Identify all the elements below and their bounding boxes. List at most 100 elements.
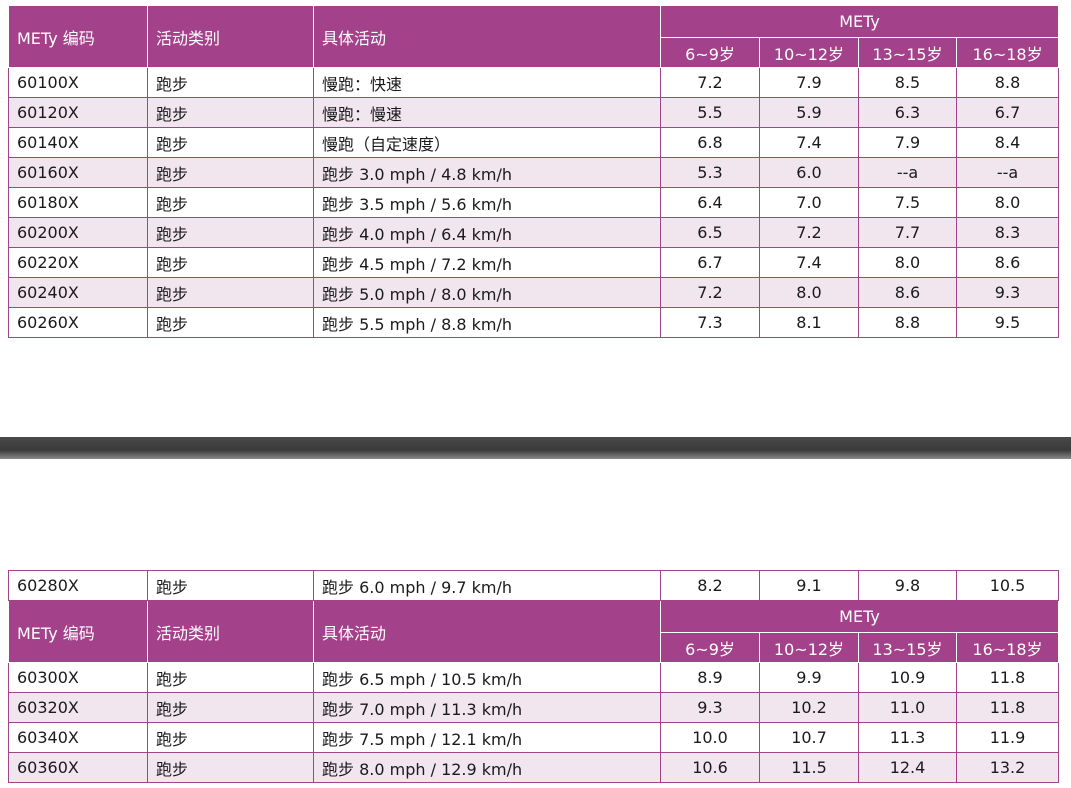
cell-mety-16-18: 8.6 [955,247,1060,278]
cell-mety-6-9: 9.3 [660,692,760,723]
cell-category: 跑步 [147,722,314,753]
cell-mety-16-18: 11.9 [956,722,1059,753]
header-category: 活动类别 [147,600,314,663]
cell-category: 跑步 [147,187,314,218]
table-row: 60220X 跑步 跑步 4.5 mph / 7.2 km/h 6.7 7.4 8.0 8.… [8,247,1060,278]
mety-table-top: METy 编码 活动类别 具体活动 METy 6~9岁 10~12岁 13~15… [8,5,1060,338]
cell-mety-16-18: 13.2 [956,752,1059,783]
cell-mety-6-9: 7.2 [660,67,760,98]
cell-mety-13-15: 8.5 [858,67,957,98]
cell-activity: 跑步 3.5 mph / 5.6 km/h [313,187,661,218]
cell-mety-6-9: 6.5 [660,217,760,248]
cell-mety-13-15: 11.0 [858,692,957,723]
cell-mety-13-15: 12.4 [858,752,957,783]
header-code: METy 编码 [8,5,148,68]
cell-category: 跑步 [147,97,314,128]
cell-code: 60360X [8,752,148,783]
cell-mety-16-18: --a [955,157,1060,188]
cell-mety-10-12: 11.5 [759,752,859,783]
cell-mety-10-12: 10.7 [759,722,859,753]
cell-activity: 跑步 5.0 mph / 8.0 km/h [313,277,661,308]
header-activity: 具体活动 [313,600,661,663]
cell-mety-10-12: 7.0 [759,187,859,218]
cell-category: 跑步 [147,277,314,308]
cell-activity: 慢跑：快速 [313,67,661,98]
cell-code: 60300X [8,662,148,693]
cell-mety-6-9: 10.0 [660,722,760,753]
cell-mety-16-18: 11.8 [956,662,1059,693]
cell-mety-10-12: 6.0 [759,157,859,188]
table-row: 60360X 跑步 跑步 8.0 mph / 12.9 km/h 10.6 11.5 12… [8,752,1059,783]
cell-mety-13-15: 8.6 [858,277,957,308]
cell-mety-13-15: 9.8 [858,570,957,601]
header-mety-group: METy [659,5,1060,38]
cell-mety-10-12: 7.9 [759,67,859,98]
cell-mety-13-15: 7.5 [858,187,957,218]
cell-mety-13-15: 8.0 [858,247,957,278]
cell-mety-16-18: 9.5 [955,307,1060,338]
cell-mety-16-18: 9.3 [955,277,1060,308]
cell-mety-6-9: 8.9 [660,662,760,693]
cell-mety-6-9: 7.2 [660,277,760,308]
page-divider [0,437,1071,459]
cell-activity: 跑步 7.0 mph / 11.3 km/h [313,692,661,723]
cell-activity: 跑步 4.0 mph / 6.4 km/h [313,217,661,248]
cell-category: 跑步 [147,752,314,783]
table-row: 60320X 跑步 跑步 7.0 mph / 11.3 km/h 9.3 10.2 11.… [8,692,1059,723]
mety-table-bottom: 60280X 跑步 跑步 6.0 mph / 9.7 km/h 8.2 9.1 … [8,570,1059,783]
cell-code: 60320X [8,692,148,723]
header-age-16-18: 16~18岁 [956,632,1059,663]
cell-mety-10-12: 8.0 [759,277,859,308]
header-category: 活动类别 [147,5,314,68]
cell-activity: 慢跑：慢速 [313,97,661,128]
cell-mety-6-9: 7.3 [660,307,760,338]
cell-category: 跑步 [147,157,314,188]
table-row: 60240X 跑步 跑步 5.0 mph / 8.0 km/h 7.2 8.0 8.6 9.… [8,277,1060,308]
cell-activity: 跑步 5.5 mph / 8.8 km/h [313,307,661,338]
cell-mety-6-9: 5.5 [660,97,760,128]
header-age-6-9: 6~9岁 [660,632,760,663]
cell-mety-10-12: 7.4 [759,247,859,278]
cell-mety-10-12: 9.1 [759,570,859,601]
cell-mety-13-15: 7.9 [858,127,957,158]
cell-code: 60120X [8,97,148,128]
cell-mety-16-18: 8.8 [955,67,1060,98]
table-row: 60260X 跑步 跑步 5.5 mph / 8.8 km/h 7.3 8.1 8.8 9.… [8,307,1060,338]
cell-mety-13-15: 6.3 [858,97,957,128]
table-row: 60280X 跑步 跑步 6.0 mph / 9.7 km/h 8.2 9.1 … [8,570,1059,601]
cell-mety-10-12: 10.2 [759,692,859,723]
header-mety-group: METy [660,600,1059,633]
header-age-16-18: 16~18岁 [955,37,1060,68]
cell-code: 60140X [8,127,148,158]
cell-mety-16-18: 8.3 [955,217,1060,248]
table-row: 60100X 跑步 慢跑：快速 7.2 7.9 8.5 8.8 [8,67,1060,98]
cell-code: 60260X [8,307,148,338]
cell-activity: 跑步 6.0 mph / 9.7 km/h [313,570,661,601]
table-row: 60120X 跑步 慢跑：慢速 5.5 5.9 6.3 6.7 [8,97,1060,128]
cell-mety-10-12: 5.9 [759,97,859,128]
cell-mety-6-9: 6.8 [660,127,760,158]
cell-mety-13-15: --a [858,157,957,188]
header-age-13-15: 13~15岁 [858,632,957,663]
cell-mety-16-18: 8.0 [955,187,1060,218]
cell-activity: 跑步 7.5 mph / 12.1 km/h [313,722,661,753]
cell-mety-13-15: 7.7 [858,217,957,248]
cell-code: 60100X [8,67,148,98]
cell-activity: 跑步 4.5 mph / 7.2 km/h [313,247,661,278]
cell-category: 跑步 [147,217,314,248]
cell-code: 60180X [8,187,148,218]
cell-code: 60160X [8,157,148,188]
header-age-13-15: 13~15岁 [858,37,957,68]
cell-mety-6-9: 5.3 [660,157,760,188]
table-row: 60300X 跑步 跑步 6.5 mph / 10.5 km/h 8.9 9.9 10.9… [8,662,1059,693]
table-header: METy 编码 活动类别 具体活动 METy 6~9岁 10~12岁 13~15… [8,5,1060,68]
cell-activity: 跑步 6.5 mph / 10.5 km/h [313,662,661,693]
cell-mety-6-9: 10.6 [660,752,760,783]
table-row: 60340X 跑步 跑步 7.5 mph / 12.1 km/h 10.0 10.7 11… [8,722,1059,753]
header-age-6-9: 6~9岁 [660,37,760,68]
table-row: 60180X 跑步 跑步 3.5 mph / 5.6 km/h 6.4 7.0 7.5 8.… [8,187,1060,218]
cell-mety-16-18: 11.8 [956,692,1059,723]
cell-code: 60340X [8,722,148,753]
table-row: 60200X 跑步 跑步 4.0 mph / 6.4 km/h 6.5 7.2 7.7 8.… [8,217,1060,248]
cell-mety-13-15: 10.9 [858,662,957,693]
